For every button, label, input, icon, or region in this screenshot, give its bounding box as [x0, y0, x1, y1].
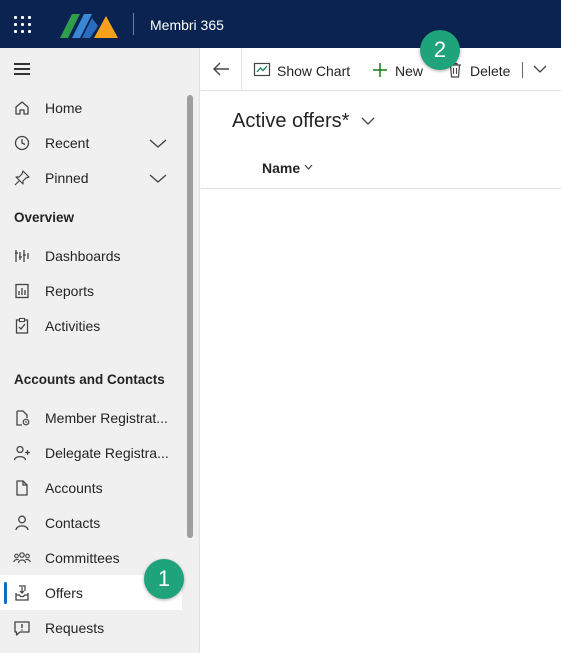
nav-item-reports[interactable]: Reports	[0, 273, 182, 308]
nav-item-recent[interactable]: Recent	[0, 125, 182, 160]
selection-indicator	[4, 582, 7, 604]
back-arrow-icon[interactable]	[211, 60, 231, 78]
dashboard-icon	[15, 250, 29, 262]
person-add-icon	[13, 445, 30, 461]
plus-icon	[373, 63, 387, 77]
callout-badge-2: 2	[420, 30, 460, 70]
nav-item-requests[interactable]: Requests	[0, 610, 182, 645]
clock-icon	[14, 135, 30, 151]
show-chart-label: Show Chart	[277, 63, 351, 79]
chevron-down-icon[interactable]	[533, 63, 547, 75]
command-bar: Show Chart New Delete	[201, 48, 561, 91]
nav-item-label: Committees	[45, 550, 120, 566]
new-button[interactable]: New	[371, 58, 431, 82]
nav-item-member-registrations[interactable]: Member Registrat...	[0, 400, 182, 435]
chevron-down-icon[interactable]	[148, 136, 168, 150]
new-label: New	[395, 63, 424, 79]
nav-item-activities[interactable]: Activities	[0, 308, 182, 343]
app-title[interactable]: Membri 365	[150, 17, 224, 33]
nav-item-label: Offers	[45, 585, 83, 601]
show-chart-button[interactable]: Show Chart	[253, 58, 353, 82]
people-group-icon	[13, 552, 31, 564]
nav-item-label: Contacts	[45, 515, 101, 531]
nav-item-label: Reports	[45, 283, 95, 299]
hamburger-menu-icon[interactable]	[14, 63, 30, 75]
home-icon	[15, 101, 29, 115]
document-settings-icon	[16, 410, 30, 426]
nav-item-label: Requests	[45, 620, 105, 636]
nav-item-label: Delegate Registra...	[45, 445, 169, 461]
nav-item-label: Recent	[45, 135, 90, 151]
command-divider	[241, 48, 242, 91]
nav-item-home[interactable]: Home	[0, 90, 182, 125]
nav-item-label: Activities	[45, 318, 101, 334]
document-icon	[16, 480, 28, 496]
sidebar-scrollbar[interactable]	[187, 95, 193, 538]
membri-logo	[60, 14, 118, 38]
nav-item-accounts[interactable]: Accounts	[0, 470, 182, 505]
app-launcher-icon[interactable]	[14, 16, 32, 34]
clipboard-icon	[15, 317, 29, 334]
chart-icon	[253, 62, 271, 77]
command-separator	[522, 62, 523, 78]
delete-label: Delete	[470, 63, 511, 79]
nav-item-label: Accounts	[45, 480, 103, 496]
column-header-name[interactable]: Name	[262, 160, 300, 176]
nav-item-contacts[interactable]: Contacts	[0, 505, 182, 540]
nav-item-pinned[interactable]: Pinned	[0, 160, 182, 195]
person-icon	[15, 515, 29, 531]
nav-item-dashboards[interactable]: Dashboards	[0, 238, 182, 273]
top-bar: Membri 365	[0, 0, 561, 48]
report-icon	[15, 283, 29, 299]
nav-item-label: Home	[45, 100, 83, 116]
chat-warning-icon	[14, 621, 30, 636]
section-header-accounts-contacts: Accounts and Contacts	[14, 372, 165, 387]
delete-button[interactable]: Delete	[446, 58, 516, 82]
callout-badge-1: 1	[144, 559, 184, 599]
sort-chevron-icon[interactable]	[304, 164, 313, 170]
header-divider	[133, 13, 134, 35]
view-title[interactable]: Active offers*	[232, 110, 349, 133]
nav-item-label: Dashboards	[45, 248, 121, 264]
chevron-down-icon[interactable]	[148, 171, 168, 185]
grid-header-divider	[201, 188, 561, 189]
pin-icon	[14, 170, 30, 186]
nav-item-label: Member Registrat...	[45, 410, 168, 426]
nav-item-delegate-registrations[interactable]: Delegate Registra...	[0, 435, 182, 470]
section-header-overview: Overview	[14, 210, 75, 225]
view-selector-chevron-icon[interactable]	[361, 116, 375, 126]
nav-item-label: Pinned	[45, 170, 89, 186]
inbox-icon	[15, 585, 29, 601]
